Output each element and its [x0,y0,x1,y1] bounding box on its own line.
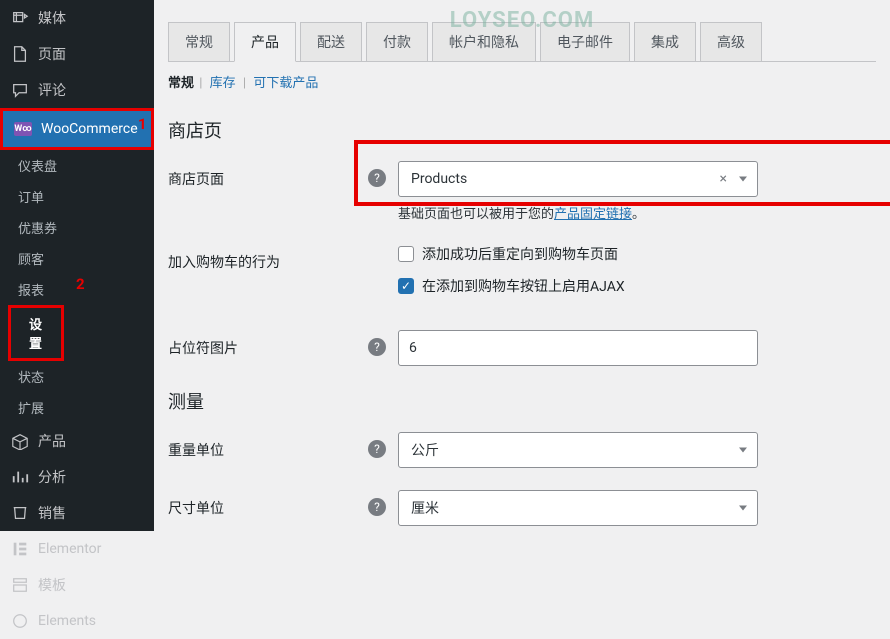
annotation-1: 1 [138,115,147,133]
row-cart-behavior: 加入购物车的行为 添加成功后重定向到购物车页面 在添加到购物车按钮上启用AJAX [168,244,876,308]
sidebar-label: 页面 [38,44,66,64]
checkbox-label: 在添加到购物车按钮上启用AJAX [422,276,625,296]
sidebar-label: 销售 [38,503,66,523]
select-value: 厘米 [411,498,439,518]
tab-emails[interactable]: 电子邮件 [540,22,630,62]
sidebar-item-status[interactable]: 状态 [0,361,154,392]
sidebar-label: 仪表盘 [18,156,57,175]
product-icon [10,431,30,451]
woo-icon: W∞ [13,119,33,139]
sidebar-label: 评论 [38,80,66,100]
tab-advanced[interactable]: 高级 [700,22,762,62]
sidebar-label: WooCommerce [41,121,138,137]
sidebar-label: 分析 [38,467,66,487]
clear-icon[interactable]: × [720,171,727,187]
chevron-down-icon [739,177,747,182]
sidebar-item-orders[interactable]: 订单 [0,181,154,212]
tab-shipping[interactable]: 配送 [300,22,362,62]
section-title-measure: 测量 [168,388,876,414]
sidebar-item-settings[interactable]: 设置 [8,305,64,361]
checkbox-label: 添加成功后重定向到购物车页面 [422,244,618,264]
sidebar-item-elements[interactable]: Elements [0,603,154,639]
sidebar-item-dashboard[interactable]: 仪表盘 [0,150,154,181]
checkbox-icon [398,246,414,262]
sidebar-label: 优惠券 [18,218,57,237]
tab-payments[interactable]: 付款 [366,22,428,62]
row-weight-unit: 重量单位 ? 公斤 [168,432,876,468]
sidebar-item-templates[interactable]: 模板 [0,567,154,603]
sidebar-item-customers[interactable]: 顾客 [0,243,154,274]
template-icon [10,575,30,595]
elements-icon [10,611,30,631]
sidebar-item-comments[interactable]: 评论 [0,72,154,108]
sidebar-label: 状态 [18,367,44,386]
label-cart-behavior: 加入购物车的行为 [168,244,368,272]
sidebar-label: Elementor [38,541,101,557]
subtab-inventory[interactable]: 库存 [210,76,236,91]
sidebar-label: 报表 [18,280,44,299]
tab-integration[interactable]: 集成 [634,22,696,62]
placeholder-input[interactable] [398,330,758,366]
permalink-link[interactable]: 产品固定链接 [554,207,632,222]
media-icon [10,8,30,28]
subtab-general[interactable]: 常规 [168,76,194,91]
label-shop-page: 商店页面 [168,161,368,189]
select-value: 公斤 [411,440,439,460]
analytics-icon [10,467,30,487]
sidebar-label: 顾客 [18,249,44,268]
checkbox-redirect[interactable]: 添加成功后重定向到购物车页面 [398,244,876,264]
checkbox-checked-icon [398,278,414,294]
settings-tabs: 常规 产品 配送 付款 帐户和隐私 电子邮件 集成 高级 [168,22,876,62]
tab-products[interactable]: 产品 [234,22,296,62]
sidebar-item-analytics[interactable]: 分析 [0,459,154,495]
sidebar-item-media[interactable]: 媒体 [0,0,154,36]
sidebar-item-woocommerce[interactable]: W∞ WooCommerce [0,108,154,150]
chevron-down-icon [739,506,747,511]
sidebar-item-sales[interactable]: 销售 [0,495,154,531]
size-unit-select[interactable]: 厘米 [398,490,758,526]
sidebar-item-extensions[interactable]: 扩展 [0,392,154,423]
page-icon [10,44,30,64]
admin-sidebar: 媒体 页面 评论 W∞ WooCommerce 仪表盘 订单 优惠券 顾客 报表… [0,0,154,531]
row-shop-page: 商店页面 ? Products × 基础页面也可以被用于您的产品固定链接。 [168,161,876,222]
label-size: 尺寸单位 [168,490,368,518]
sidebar-item-products[interactable]: 产品 [0,423,154,459]
row-placeholder: 占位符图片 ? [168,330,876,366]
checkbox-ajax[interactable]: 在添加到购物车按钮上启用AJAX [398,276,876,296]
shop-page-hint: 基础页面也可以被用于您的产品固定链接。 [398,203,876,222]
sidebar-label: 产品 [38,431,66,451]
sidebar-item-pages[interactable]: 页面 [0,36,154,72]
sidebar-label: 扩展 [18,398,44,417]
sub-tabs: 常规 | 库存 | 可下载产品 [154,62,890,107]
sidebar-label: 媒体 [38,8,66,28]
sidebar-label: 设置 [29,314,43,352]
label-weight: 重量单位 [168,432,368,460]
help-icon[interactable]: ? [368,338,386,356]
weight-unit-select[interactable]: 公斤 [398,432,758,468]
comment-icon [10,80,30,100]
main-content: LOYSEO.COM 常规 产品 配送 付款 帐户和隐私 电子邮件 集成 高级 … [154,0,890,531]
sidebar-label: 订单 [18,187,44,206]
elementor-icon [10,539,30,559]
label-placeholder: 占位符图片 [168,330,368,358]
sidebar-item-coupons[interactable]: 优惠券 [0,212,154,243]
chevron-down-icon [739,448,747,453]
help-icon[interactable]: ? [368,498,386,516]
tab-accounts[interactable]: 帐户和隐私 [432,22,536,62]
select-value: Products [411,171,467,187]
help-icon[interactable]: ? [368,169,386,187]
section-shop-page: 商店页 商店页面 ? Products × 基础页面也可以被用于您的产品固定链接… [154,117,890,526]
sidebar-label: 模板 [38,575,66,595]
sidebar-label: Elements [38,613,96,629]
row-size-unit: 尺寸单位 ? 厘米 [168,490,876,526]
subtab-downloadable[interactable]: 可下载产品 [253,76,318,91]
help-icon[interactable]: ? [368,440,386,458]
sidebar-item-elementor[interactable]: Elementor [0,531,154,567]
tab-general[interactable]: 常规 [168,22,230,62]
sales-icon [10,503,30,523]
section-title: 商店页 [168,117,876,143]
annotation-2: 2 [76,275,85,293]
shop-page-select[interactable]: Products × [398,161,758,197]
